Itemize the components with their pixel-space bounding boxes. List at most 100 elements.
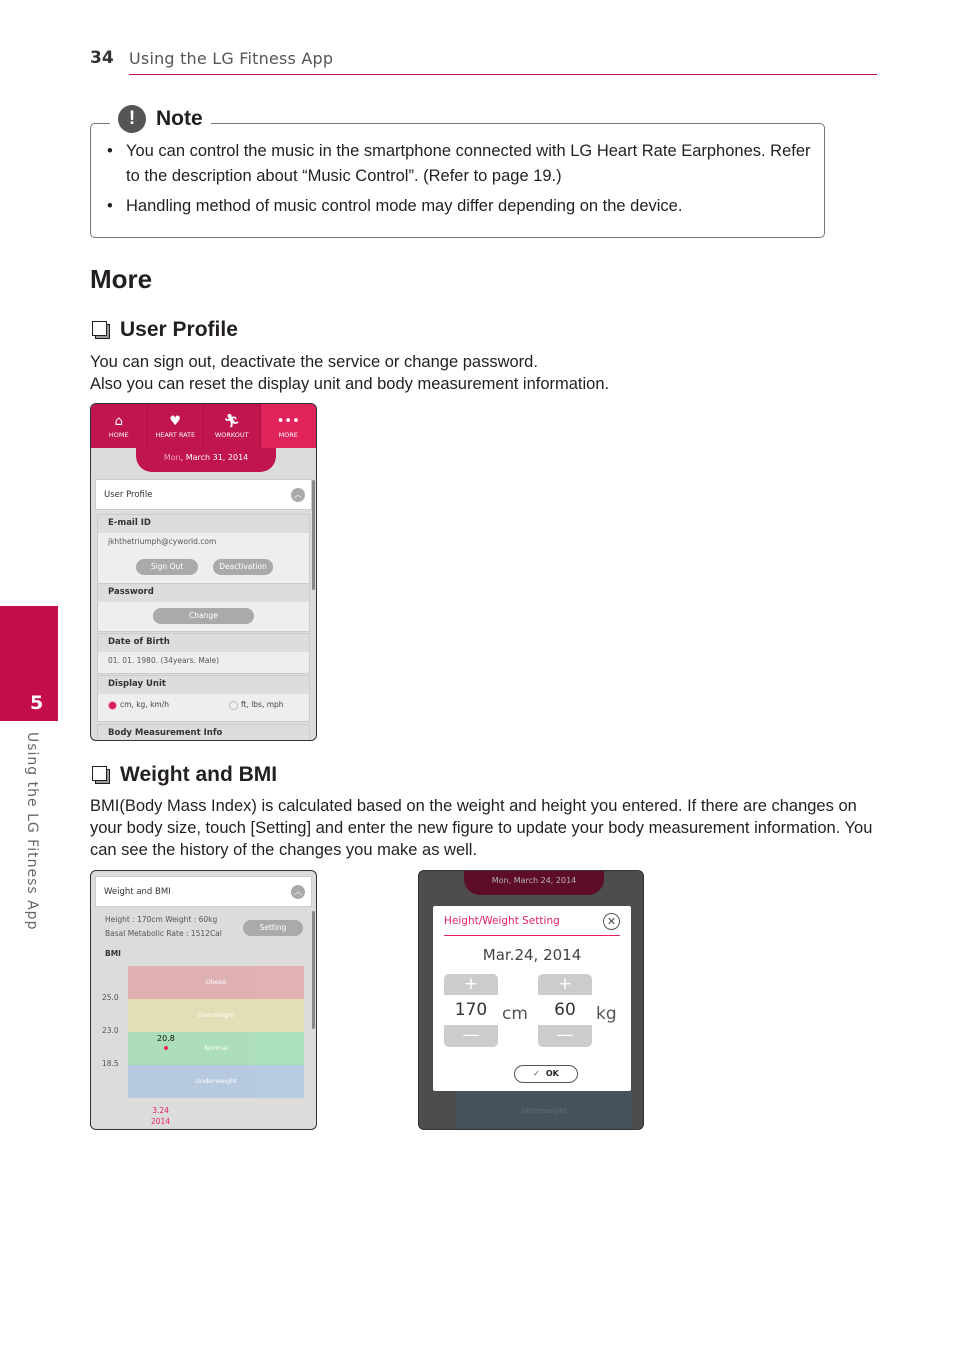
nav-label: HEART RATE [155,431,196,439]
section-title: More [90,264,153,294]
date-tab: Mon, March 24, 2014 [464,871,604,895]
scrollbar[interactable] [312,480,315,590]
section-square-icon [92,321,110,339]
weight-bmi-screenshot: Weight and BMI ︿ Height : 170cm Weight :… [90,870,317,1130]
password-group: Password Change [97,583,310,632]
bmi-data-label: 20.8 [157,1034,175,1044]
page-number: 34 [90,48,114,68]
date-text: , March 24, 2014 [508,876,577,885]
bmi-band-obese: Obese [128,966,304,999]
increment-plus-icon[interactable]: + [538,974,592,995]
more-dots-icon: ••• [276,414,300,429]
height-value[interactable]: 170 [444,995,498,1025]
height-weight-text: Height : 170cm Weight : 60kg [105,915,218,924]
chapter-number: 5 [30,692,44,714]
note-list: You can control the music in the smartph… [106,139,816,224]
body-info: Height : 170cm Weight : 60kg Basal Metab… [105,913,222,941]
bmi-band-overweight: Overweight [128,999,304,1032]
weight-unit: kg [596,1004,617,1024]
date-day: Mon [491,876,509,885]
weight-bmi-heading-text: Weight and BMI [120,763,278,786]
height-stepper: + 170 — [444,974,498,1047]
decrement-minus-icon[interactable]: — [444,1025,498,1046]
setting-button[interactable]: Setting [243,920,303,936]
weight-value[interactable]: 60 [538,995,592,1025]
user-profile-card[interactable]: User Profile ︿ [95,479,312,510]
weight-bmi-card[interactable]: Weight and BMI ︿ [95,876,312,907]
email-label: E-mail ID [98,515,309,533]
password-label: Password [98,584,309,602]
app-nav-bar: ⌂ HOME ♥ HEART RATE 🏃︎ WORKOUT ••• MORE [91,404,316,448]
chapter-label: Using the LG Fitness App [24,732,40,931]
weight-bmi-paragraph: BMI(Body Mass Index) is calculated based… [90,797,873,859]
user-profile-paragraph: You can sign out, deactivate the service… [90,351,609,395]
note-title: Note [156,107,203,130]
unit-option-label: cm, kg, km/h [120,700,169,709]
user-profile-heading-text: User Profile [120,318,238,341]
dialog-title: Height/Weight Setting [444,915,560,927]
nav-label: WORKOUT [214,431,249,439]
note-header: ! Note [110,104,211,134]
user-profile-screenshot: ⌂ HOME ♥ HEART RATE 🏃︎ WORKOUT ••• MORE … [90,403,317,741]
ok-button[interactable]: ✓ OK [514,1065,578,1083]
radio-unselected-icon [229,700,238,710]
bmi-band-underweight: Underweight [128,1065,304,1098]
body-measurement-label: Body Measurement Info [98,725,309,740]
close-icon[interactable]: ✕ [603,913,620,930]
change-password-button[interactable]: Change [153,608,254,624]
chapter-tab [0,606,58,721]
unit-option-imperial[interactable]: ft, lbs, mph [229,700,284,710]
card-title: Weight and BMI [104,887,171,897]
nav-more[interactable]: ••• MORE [260,404,316,448]
nav-label: HOME [108,431,129,439]
dob-group: Date of Birth 01. 01. 1980. (34years. Ma… [97,633,310,674]
bmi-band-normal: Normal [128,1032,304,1065]
note-item: You can control the music in the smartph… [106,139,816,189]
note-item: Handling method of music control mode ma… [106,194,816,219]
dialog-date: Mar.24, 2014 [482,946,582,964]
date-text: , March 31, 2014 [180,453,249,462]
bmr-text: Basal Metabolic Rate : 1512Cal [105,929,222,938]
user-profile-heading: User Profile [92,318,238,342]
y-tick-label: 25.0 [102,993,119,1002]
x-axis-date-line: 3.24 [152,1106,169,1115]
decrement-minus-icon[interactable]: — [538,1025,592,1046]
display-unit-group: Display Unit cm, kg, km/h ft, lbs, mph [97,675,310,722]
collapse-chevron-icon[interactable]: ︿ [291,884,305,899]
unit-option-label: ft, lbs, mph [241,700,284,709]
email-value: jkhthetriumph@cyworld.com [108,537,217,546]
y-tick-label: 18.5 [102,1059,119,1068]
date-tab: Mon, March 31, 2014 [136,448,276,472]
dob-value: 01. 01. 1980. (34years. Male) [108,656,220,665]
bmi-label: BMI [105,949,121,958]
height-weight-dialog: Height/Weight Setting ✕ Mar.24, 2014 + 1… [433,906,631,1091]
display-unit-label: Display Unit [98,676,309,694]
radio-selected-icon [108,700,117,710]
sign-out-button[interactable]: Sign Out [136,559,198,575]
exclamation-icon: ! [118,105,146,133]
unit-option-metric[interactable]: cm, kg, km/h [108,700,169,710]
nav-home[interactable]: ⌂ HOME [91,404,148,448]
nav-workout[interactable]: 🏃︎ WORKOUT [204,404,261,448]
weight-bmi-heading: Weight and BMI [92,763,277,787]
height-unit: cm [502,1004,528,1024]
paragraph-line: You can sign out, deactivate the service… [90,353,538,371]
home-icon: ⌂ [114,414,123,429]
dimmed-underweight-band: Underweight [456,1091,632,1129]
section-square-icon [92,766,110,784]
scrollbar[interactable] [312,911,315,1029]
deactivation-button[interactable]: Deactivation [213,559,273,575]
date-day: Mon [163,453,181,462]
running-icon: 🏃︎ [223,414,240,429]
increment-plus-icon[interactable]: + [444,974,498,995]
collapse-chevron-icon[interactable]: ︿ [291,487,305,502]
x-axis-year-line: 2014 [151,1117,171,1126]
body-measurement-group[interactable]: Body Measurement Info [97,724,310,740]
x-axis-date-label: 3.24 2014 [151,1105,170,1127]
checkmark-icon: ✓ [533,1069,540,1078]
header-rule [129,74,877,75]
running-title: Using the LG Fitness App [129,49,334,68]
paragraph-line: Also you can reset the display unit and … [90,375,610,393]
nav-heart-rate[interactable]: ♥ HEART RATE [148,404,204,448]
ok-label: OK [545,1069,559,1078]
